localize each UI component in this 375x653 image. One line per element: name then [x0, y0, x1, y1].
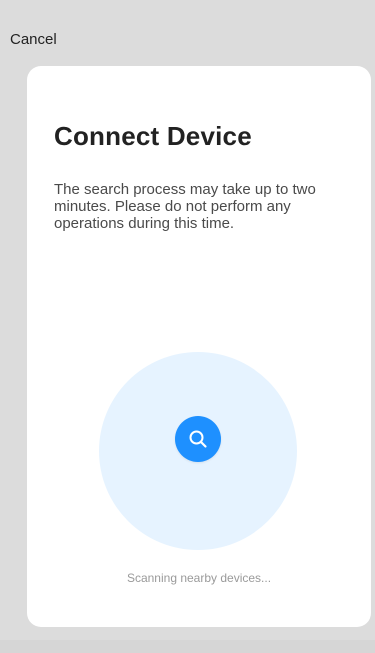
scanning-status: Scanning nearby devices... [126, 571, 272, 585]
top-bar: Cancel [0, 0, 375, 64]
cancel-button[interactable]: Cancel [10, 31, 57, 48]
page-title: Connect Device [54, 121, 252, 151]
description-text: The search process may take up to two mi… [54, 181, 316, 232]
search-icon [189, 430, 207, 448]
scan-radar [99, 352, 297, 550]
connect-device-sheet: Connect Device The search process may ta… [27, 66, 371, 627]
bottom-strip [0, 640, 375, 653]
search-button[interactable] [175, 416, 221, 462]
